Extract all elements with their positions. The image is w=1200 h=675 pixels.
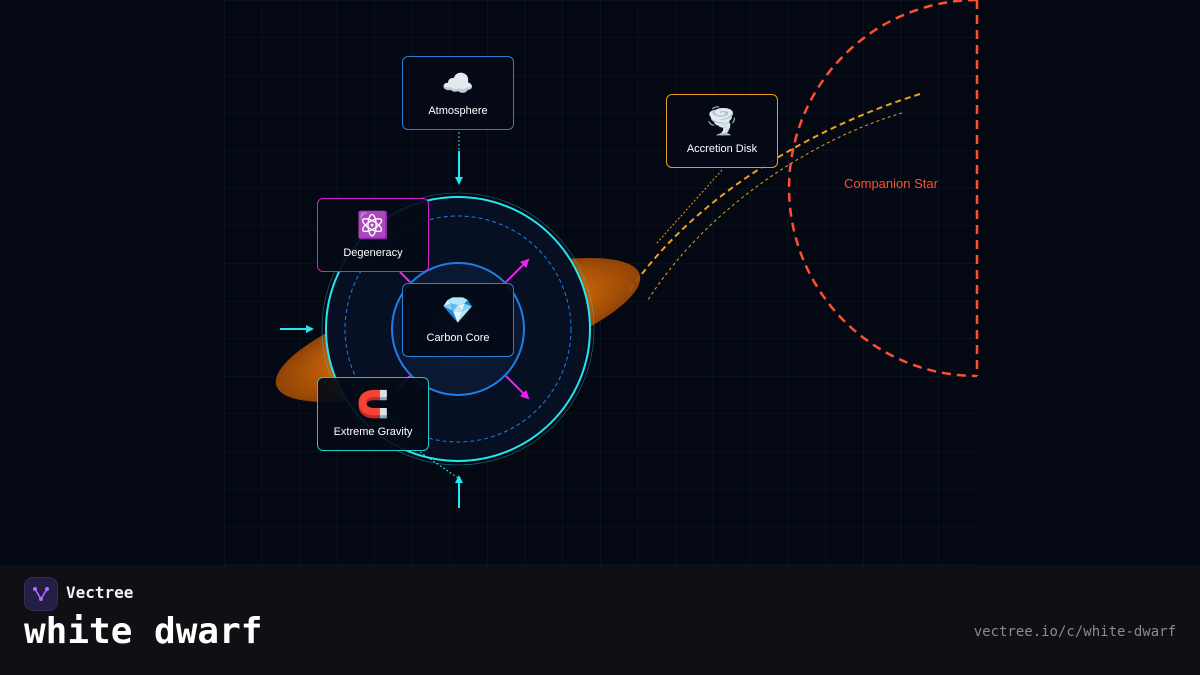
node-degeneracy[interactable]: ⚛️ Degeneracy xyxy=(317,198,429,272)
vectree-logo-icon[interactable] xyxy=(24,577,58,611)
diagram-canvas xyxy=(224,0,979,565)
cloud-icon: ☁️ xyxy=(441,69,475,99)
atom-icon: ⚛️ xyxy=(356,211,390,241)
node-accretion-disk[interactable]: 🌪️ Accretion Disk xyxy=(666,94,778,168)
page-url[interactable]: vectree.io/c/white-dwarf xyxy=(974,624,1176,640)
node-degeneracy-label: Degeneracy xyxy=(343,247,403,259)
node-carbon-core-label: Carbon Core xyxy=(426,332,490,344)
node-atmosphere[interactable]: ☁️ Atmosphere xyxy=(402,56,514,130)
companion-star-label: Companion Star xyxy=(844,176,938,191)
tornado-icon: 🌪️ xyxy=(705,107,739,137)
magnet-icon: 🧲 xyxy=(356,390,390,420)
footer-bar: Vectree white dwarf vectree.io/c/white-d… xyxy=(0,565,1200,675)
node-atmosphere-label: Atmosphere xyxy=(428,105,488,117)
node-carbon-core[interactable]: 💎 Carbon Core xyxy=(402,283,514,357)
node-extreme-gravity[interactable]: 🧲 Extreme Gravity xyxy=(317,377,429,451)
brand-name: Vectree xyxy=(66,583,134,602)
node-extreme-gravity-label: Extreme Gravity xyxy=(333,426,413,438)
page-title: white dwarf xyxy=(24,611,263,652)
gem-icon: 💎 xyxy=(441,296,475,326)
node-accretion-disk-label: Accretion Disk xyxy=(686,143,758,155)
